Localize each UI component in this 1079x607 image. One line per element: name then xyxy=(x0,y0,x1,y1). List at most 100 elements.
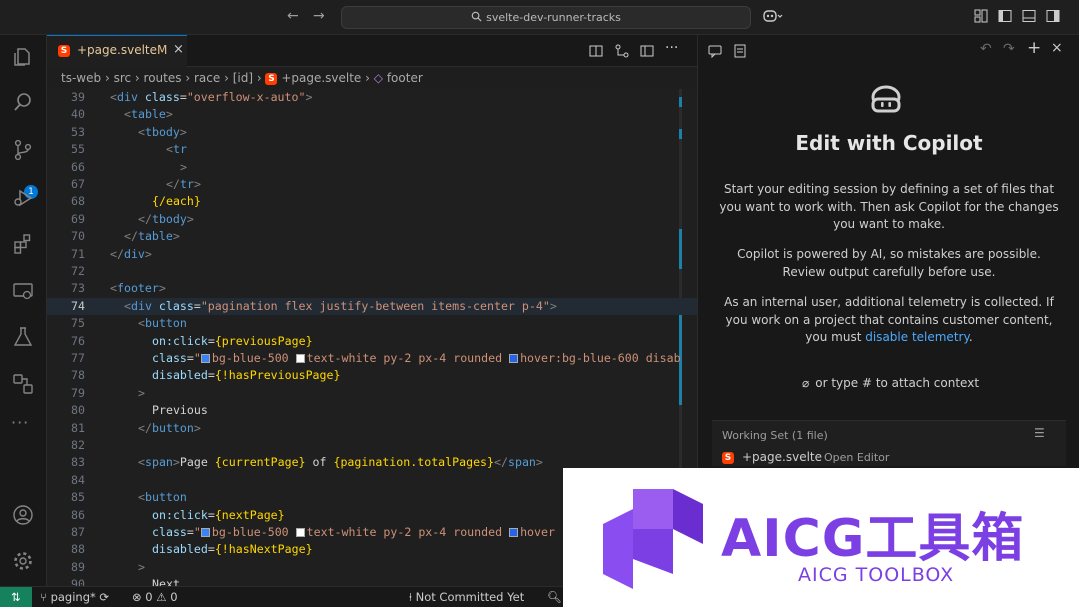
attach-context-hint[interactable]: ⌀ or type # to attach context xyxy=(802,376,979,390)
run-and-debug-icon[interactable] xyxy=(12,187,34,209)
code-line[interactable]: 72 xyxy=(47,263,697,280)
undo-icon[interactable]: ↶ xyxy=(980,41,992,57)
open-changes-icon[interactable] xyxy=(589,44,603,58)
code-line[interactable]: 73 <footer> xyxy=(47,280,697,297)
forward-arrow-icon[interactable]: → xyxy=(313,8,325,24)
new-session-plus-icon[interactable]: + xyxy=(1027,38,1041,58)
code-line[interactable]: 77 class=" bg-blue-500 text-white py-2 px-… xyxy=(47,350,697,367)
zoom-icon[interactable]: 🔍︎ xyxy=(547,587,562,607)
line-number: 39 xyxy=(71,90,85,104)
watermark-title: AICG工具箱 xyxy=(721,509,1025,569)
copilot-title: Edit with Copilot xyxy=(795,131,983,155)
code-line[interactable]: 75 <button xyxy=(47,315,697,332)
code-text: </tr> xyxy=(166,177,201,191)
remote-explorer-icon[interactable] xyxy=(12,280,34,302)
copilot-logo-icon xyxy=(871,85,901,113)
error-count: 0 xyxy=(145,590,153,604)
close-panel-icon[interactable]: × xyxy=(1051,40,1063,56)
copilot-menu-icon[interactable] xyxy=(763,9,783,23)
search-icon[interactable] xyxy=(12,91,34,113)
github-actions-icon[interactable] xyxy=(12,373,34,395)
watermark-subtitle: AICG TOOLBOX xyxy=(798,564,955,586)
line-number: 89 xyxy=(71,559,85,574)
split-editor-icon[interactable] xyxy=(640,44,654,58)
problems-status[interactable]: ⊗ 0 ⚠ 0 xyxy=(132,587,178,607)
branch-status[interactable]: ⑂ paging* ⟳ xyxy=(40,587,109,607)
code-text: on:click={nextPage} xyxy=(152,507,285,522)
copilot-telemetry-text: As an internal user, additional telemetr… xyxy=(718,294,1060,347)
telemetry-text-end: . xyxy=(968,330,973,344)
symbol-icon: ◇ xyxy=(373,71,383,85)
list-menu-icon[interactable]: ☰ xyxy=(1034,426,1045,440)
toggle-panel-icon[interactable] xyxy=(1022,9,1036,23)
tab-modified-indicator: M xyxy=(157,43,168,57)
command-center-search[interactable]: svelte-dev-runner-tracks xyxy=(341,6,751,29)
copilot-edits-icon[interactable] xyxy=(733,44,747,58)
code-text: disabled={!hasNextPage} xyxy=(152,542,313,557)
code-line[interactable]: 67 </tr> xyxy=(47,176,697,193)
code-line[interactable]: 82 xyxy=(47,437,697,454)
accounts-icon[interactable] xyxy=(12,504,34,526)
code-line[interactable]: 68 {/each} xyxy=(47,193,697,210)
svelte-file-icon: S xyxy=(58,45,70,57)
code-text: <span>Page {currentPage} of {pagination.… xyxy=(138,455,543,470)
breadcrumb-item[interactable]: race xyxy=(194,71,220,85)
compare-git-icon[interactable] xyxy=(615,44,629,58)
commit-icon: ⍿ xyxy=(409,590,416,604)
tab-page-svelte[interactable]: S +page.svelte M × xyxy=(47,35,187,67)
breadcrumb-item[interactable]: footer xyxy=(387,71,423,85)
manage-gear-icon[interactable] xyxy=(12,550,34,572)
code-line[interactable]: 53 <tbody> xyxy=(47,124,697,141)
title-bar: ← → svelte-dev-runner-tracks xyxy=(0,0,1079,35)
svelte-file-icon: S xyxy=(722,452,734,464)
error-icon: ⊗ xyxy=(132,590,146,604)
redo-icon[interactable]: ↷ xyxy=(1003,41,1015,57)
working-set-file[interactable]: +page.svelte xyxy=(742,450,822,464)
breadcrumb-item[interactable]: ts-web xyxy=(61,71,101,85)
code-line[interactable]: 70 </table> xyxy=(47,228,697,245)
git-blame-status[interactable]: ⍿ Not Committed Yet xyxy=(409,587,524,607)
line-number: 90 xyxy=(71,577,85,586)
remote-indicator-icon[interactable]: ⇅ xyxy=(0,587,32,607)
code-text: class=" bg-blue-500 text-white py-2 px-4 … xyxy=(152,525,555,539)
code-line[interactable]: 74 <div class="pagination flex justify-be… xyxy=(47,297,697,316)
testing-icon[interactable] xyxy=(12,326,34,348)
code-line[interactable]: 39 <div class="overflow-x-auto"> xyxy=(47,89,697,106)
chat-icon[interactable] xyxy=(708,44,722,58)
extensions-icon[interactable] xyxy=(12,233,34,255)
code-line[interactable]: 66 > xyxy=(47,159,697,176)
code-text: </div> xyxy=(110,246,152,261)
breadcrumb-item[interactable]: src xyxy=(114,71,132,85)
customize-layout-icon[interactable] xyxy=(974,9,988,23)
source-control-icon[interactable] xyxy=(12,139,34,161)
line-number: 72 xyxy=(71,264,85,278)
commit-text: Not Committed Yet xyxy=(415,590,525,604)
disable-telemetry-link[interactable]: disable telemetry xyxy=(865,330,969,344)
code-line[interactable]: 55 <tr xyxy=(47,141,697,158)
code-line[interactable]: 81 </button> xyxy=(47,420,697,437)
code-line[interactable]: 78 disabled={!hasPreviousPage} xyxy=(47,367,697,384)
code-line[interactable]: 71 </div> xyxy=(47,246,697,263)
attach-hint-text: or type # to attach context xyxy=(815,376,980,390)
copilot-intro-text: Start your editing session by defining a… xyxy=(719,182,1059,231)
breadcrumb-item[interactable]: [id] xyxy=(233,71,253,85)
code-line[interactable]: 76 on:click={previousPage} xyxy=(47,333,697,350)
working-set: Working Set (1 file) ☰ S +page.svelte Op… xyxy=(712,420,1066,466)
code-text: class=" bg-blue-500 text-white py-2 px-4 … xyxy=(152,351,681,365)
explorer-icon[interactable] xyxy=(12,46,34,68)
code-line[interactable]: 40 <table> xyxy=(47,106,697,123)
back-arrow-icon[interactable]: ← xyxy=(287,8,299,24)
toggle-primary-sidebar-icon[interactable] xyxy=(998,9,1012,23)
more-views-icon[interactable]: ··· xyxy=(11,413,29,432)
breadcrumb-item[interactable]: routes xyxy=(144,71,182,85)
code-line[interactable]: 80 Previous xyxy=(47,402,697,419)
line-number: 87 xyxy=(71,525,85,539)
code-line[interactable]: 69 </tbody> xyxy=(47,211,697,228)
chevron-right-icon: › xyxy=(365,71,374,85)
more-actions-icon[interactable]: ··· xyxy=(665,40,678,56)
tab-close-icon[interactable]: × xyxy=(173,42,184,57)
breadcrumb-item[interactable]: +page.svelte xyxy=(281,71,361,85)
chevron-right-icon: › xyxy=(104,71,114,85)
code-line[interactable]: 79 > xyxy=(47,385,697,402)
toggle-secondary-sidebar-icon[interactable] xyxy=(1046,9,1060,23)
